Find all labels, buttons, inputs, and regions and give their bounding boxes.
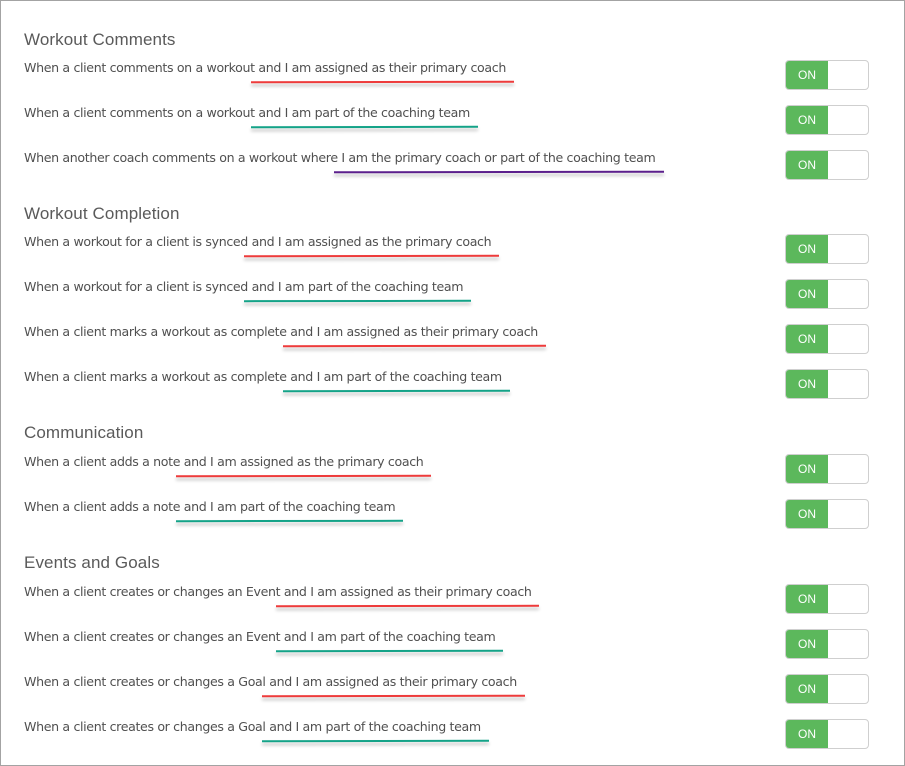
toggle-on-label: ON xyxy=(786,455,828,483)
toggle-on-label: ON xyxy=(786,500,828,528)
setting-label-highlight-red: and I am assigned as their primary coach xyxy=(286,324,538,339)
toggle-on-label: ON xyxy=(786,585,828,613)
setting-label: When another coach comments on a workout… xyxy=(24,150,656,166)
notification-toggle[interactable]: ON xyxy=(785,719,869,749)
toggle-on-label: ON xyxy=(786,61,828,89)
setting-label-prefix: When a workout for a client is synced xyxy=(24,279,248,294)
section-heading: Workout Comments xyxy=(24,30,176,49)
toggle-on-label: ON xyxy=(786,106,828,134)
setting-label-prefix: When a client marks a workout as complet… xyxy=(24,369,287,384)
setting-label-highlight-red: and I am assigned as their primary coach xyxy=(265,674,517,689)
setting-label-prefix: When another coach comments on a workout… xyxy=(24,150,338,165)
setting-label-highlight-red: and I am assigned as their primary coach xyxy=(280,584,532,599)
setting-label: When a client creates or changes an Even… xyxy=(24,629,496,645)
setting-label: When a client creates or changes a Goal … xyxy=(24,719,481,735)
setting-label: When a client creates or changes a Goal … xyxy=(24,674,517,690)
setting-label-prefix: When a client creates or changes an Even… xyxy=(24,584,281,599)
section-heading: Workout Completion xyxy=(24,204,180,223)
setting-label-highlight-teal: and I am part of the coaching team xyxy=(280,629,496,644)
setting-label: When a client creates or changes an Even… xyxy=(24,584,532,600)
toggle-on-label: ON xyxy=(786,280,828,308)
toggle-on-label: ON xyxy=(786,630,828,658)
setting-label: When a client comments on a workout and … xyxy=(24,105,470,121)
setting-label-highlight-red: and I am assigned as their primary coach xyxy=(254,60,506,75)
setting-label: When a client marks a workout as complet… xyxy=(24,369,502,385)
setting-label-highlight-red: and I am assigned as the primary coach xyxy=(180,454,424,469)
notification-toggle[interactable]: ON xyxy=(785,150,869,180)
toggle-on-label: ON xyxy=(786,720,828,748)
setting-label-prefix: When a workout for a client is synced xyxy=(24,234,248,249)
setting-label-highlight-purple: I am the primary coach or part of the co… xyxy=(337,150,656,165)
notification-toggle[interactable]: ON xyxy=(785,454,869,484)
setting-label-highlight-teal: and I am part of the coaching team xyxy=(265,719,481,734)
toggle-on-label: ON xyxy=(786,675,828,703)
toggle-on-label: ON xyxy=(786,235,828,263)
setting-label-highlight-teal: and I am part of the coaching team xyxy=(286,369,502,384)
setting-label: When a workout for a client is synced an… xyxy=(24,279,464,295)
notification-toggle[interactable]: ON xyxy=(785,105,869,135)
notification-toggle[interactable]: ON xyxy=(785,60,869,90)
notification-toggle[interactable]: ON xyxy=(785,499,869,529)
notification-toggle[interactable]: ON xyxy=(785,674,869,704)
section-heading: Communication xyxy=(24,423,144,442)
section-heading: Events and Goals xyxy=(24,553,160,572)
setting-label: When a client marks a workout as complet… xyxy=(24,324,538,340)
notification-toggle[interactable]: ON xyxy=(785,324,869,354)
notification-toggle[interactable]: ON xyxy=(785,584,869,614)
toggle-on-label: ON xyxy=(786,370,828,398)
setting-label: When a client adds a note and I am part … xyxy=(24,499,396,515)
setting-label-prefix: When a client comments on a workout xyxy=(24,60,255,75)
setting-label-highlight-red: and I am assigned as the primary coach xyxy=(247,234,492,249)
setting-label-prefix: When a client adds a note xyxy=(24,454,181,469)
setting-label-highlight-teal: and I am part of the coaching team xyxy=(254,105,470,120)
setting-label-prefix: When a client creates or changes an Even… xyxy=(24,629,281,644)
setting-label-prefix: When a client creates or changes a Goal xyxy=(24,719,266,734)
setting-label-prefix: When a client marks a workout as complet… xyxy=(24,324,287,339)
setting-label-prefix: When a client creates or changes a Goal xyxy=(24,674,266,689)
toggle-on-label: ON xyxy=(786,151,828,179)
setting-label: When a client adds a note and I am assig… xyxy=(24,454,424,470)
toggle-on-label: ON xyxy=(786,325,828,353)
setting-label-highlight-teal: and I am part of the coaching team xyxy=(247,279,464,294)
setting-label-highlight-teal: and I am part of the coaching team xyxy=(180,499,396,514)
notification-toggle[interactable]: ON xyxy=(785,234,869,264)
notification-toggle[interactable]: ON xyxy=(785,369,869,399)
setting-label: When a client comments on a workout and … xyxy=(24,60,506,76)
setting-label-prefix: When a client comments on a workout xyxy=(24,105,255,120)
notification-toggle[interactable]: ON xyxy=(785,279,869,309)
notification-settings-panel: Workout Comments When a client comments o… xyxy=(0,0,905,766)
notification-toggle[interactable]: ON xyxy=(785,629,869,659)
setting-label-prefix: When a client adds a note xyxy=(24,499,181,514)
setting-label: When a workout for a client is synced an… xyxy=(24,234,492,250)
